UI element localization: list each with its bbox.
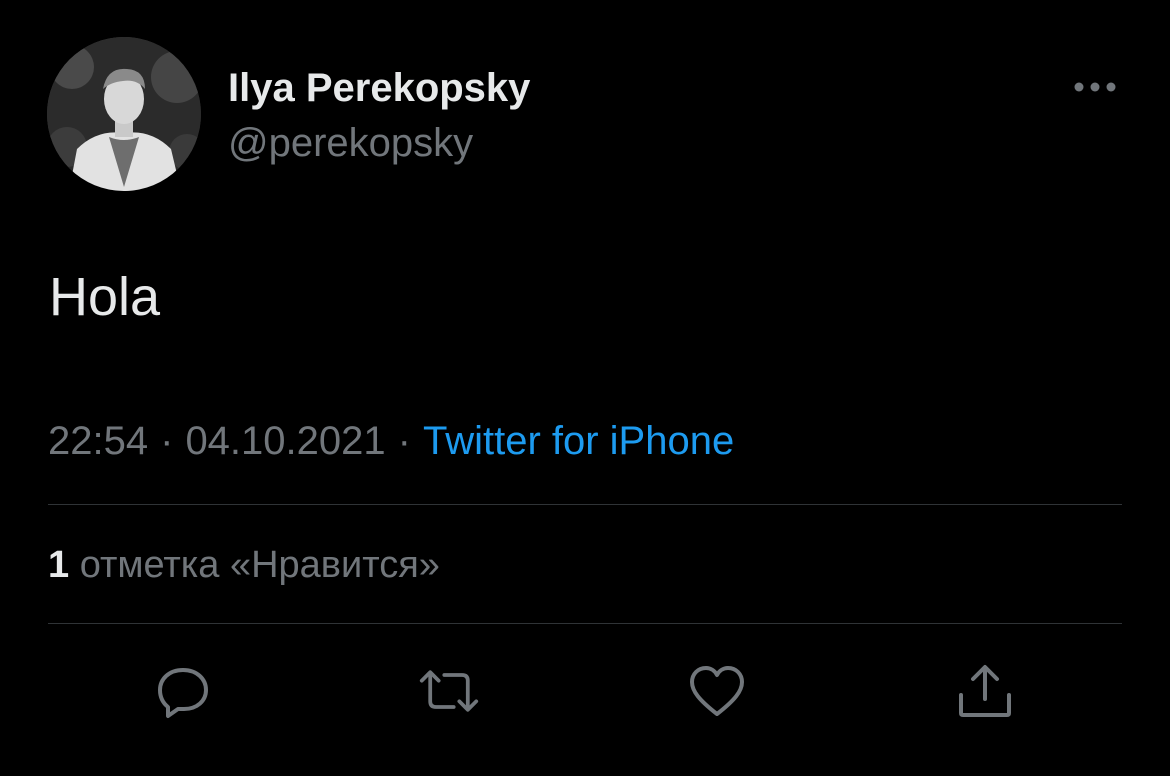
more-horizontal-icon [1074,82,1116,92]
reply-button[interactable] [152,660,214,722]
share-button[interactable] [954,660,1016,722]
retweet-button[interactable] [418,660,480,722]
tweet-source-link[interactable]: Twitter for iPhone [423,419,734,463]
likes-label: отметка «Нравится» [79,544,440,586]
meta-separator: · [397,419,411,463]
likes-count: 1 [48,544,70,586]
tweet-text: Hola [49,267,161,327]
avatar[interactable] [47,37,201,191]
author-handle[interactable]: @perekopsky [228,121,473,166]
author-name[interactable]: Ilya Perekopsky [228,66,530,111]
divider [48,504,1122,505]
tweet-time[interactable]: 22:54 [48,419,148,463]
tweet-date[interactable]: 04.10.2021 [185,419,385,463]
like-button[interactable] [686,660,748,722]
meta-separator: · [160,419,174,463]
tweet-meta: 22:54 · 04.10.2021 · Twitter for iPhone [48,419,734,464]
retweet-icon [419,670,479,712]
likes-stat[interactable]: 1 отметка «Нравится» [48,544,440,587]
heart-icon [690,666,744,716]
more-button[interactable] [1068,70,1122,104]
divider [48,623,1122,624]
avatar-photo [47,37,201,191]
share-icon [959,665,1011,717]
reply-icon [158,668,208,718]
